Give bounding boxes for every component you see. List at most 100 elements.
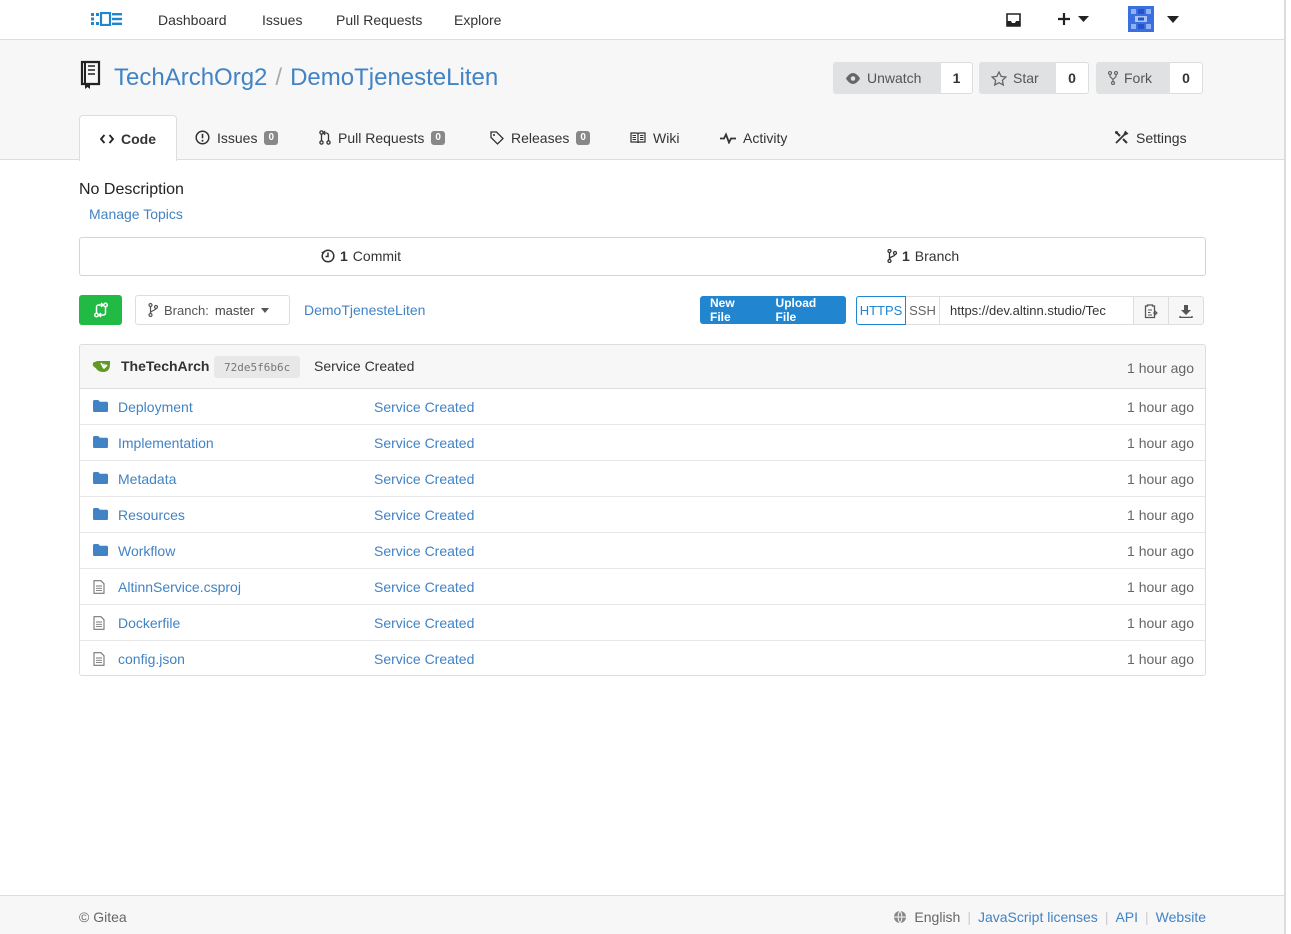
commits-count: 1 [340, 248, 348, 264]
star-button[interactable]: Star [979, 62, 1056, 94]
nav-explore[interactable]: Explore [454, 12, 501, 28]
repo-title: TechArchOrg2 / DemoTjenesteLiten [114, 64, 498, 92]
file-commit-message-link[interactable]: Service Created [374, 543, 474, 559]
file-row: Implementation Service Created 1 hour ago [80, 425, 1205, 461]
copy-url-button[interactable] [1134, 296, 1169, 325]
git-branch-icon [887, 249, 897, 263]
file-commit-message-link[interactable]: Service Created [374, 579, 474, 595]
file-commit-message-link[interactable]: Service Created [374, 435, 474, 451]
star-count[interactable]: 0 [1056, 62, 1089, 94]
file-row: Resources Service Created 1 hour ago [80, 497, 1205, 533]
book-icon [630, 131, 646, 143]
new-file-button[interactable]: New File [700, 296, 766, 324]
footer-divider: | [1104, 909, 1109, 925]
branches-stat[interactable]: 1 Branch [887, 248, 959, 264]
clone-panel: HTTPS SSH https://dev.altinn.studio/Tec [856, 296, 1204, 325]
create-new-dropdown[interactable] [1057, 12, 1091, 26]
file-name-link[interactable]: Workflow [118, 543, 175, 559]
unwatch-button[interactable]: Unwatch [833, 62, 941, 94]
issues-count-badge: 0 [264, 130, 279, 145]
download-button[interactable] [1169, 296, 1204, 325]
file-commit-time: 1 hour ago [1127, 579, 1194, 595]
commit-author[interactable]: TheTechArch [92, 358, 209, 374]
eye-icon [846, 72, 860, 84]
file-commit-message-link[interactable]: Service Created [374, 507, 474, 523]
issue-opened-icon [195, 130, 210, 145]
user-avatar[interactable] [1128, 6, 1154, 32]
tab-releases[interactable]: Releases 0 [490, 115, 590, 160]
ssh-toggle[interactable]: SSH [906, 296, 940, 325]
file-name-link[interactable]: Deployment [118, 399, 193, 415]
tab-code[interactable]: Code [79, 115, 177, 161]
language-label: English [914, 909, 961, 925]
latest-commit-row: TheTechArch 72de5f6b6c Service Created 1… [80, 345, 1205, 389]
file-name-link[interactable]: Dockerfile [118, 615, 180, 631]
file-commit-message-link[interactable]: Service Created [374, 615, 474, 631]
tab-wiki[interactable]: Wiki [630, 115, 679, 160]
file-commit-time: 1 hour ago [1127, 399, 1194, 415]
nav-issues[interactable]: Issues [262, 12, 302, 28]
tab-code-label: Code [121, 130, 156, 147]
repo-owner-link[interactable]: TechArchOrg2 [114, 64, 267, 91]
language-selector[interactable]: English [893, 909, 960, 925]
folder-icon [93, 436, 108, 448]
file-name-link[interactable]: AltinnService.csproj [118, 579, 241, 595]
file-icon [93, 580, 105, 594]
branch-name: master [214, 302, 255, 318]
commits-label: Commit [352, 248, 402, 264]
file-name-link[interactable]: Resources [118, 507, 185, 523]
watch-count[interactable]: 1 [941, 62, 973, 94]
tab-issues-label: Issues [217, 129, 258, 146]
upload-file-button[interactable]: Upload File [766, 296, 846, 324]
repo-path-breadcrumb[interactable]: DemoTjenesteLiten [304, 302, 425, 318]
branches-label: Branch [914, 248, 960, 264]
commit-sha-label[interactable]: 72de5f6b6c [214, 356, 301, 378]
file-commit-message-link[interactable]: Service Created [374, 471, 474, 487]
clone-url-input[interactable]: https://dev.altinn.studio/Tec [940, 296, 1134, 325]
file-commit-time: 1 hour ago [1127, 651, 1194, 667]
nav-pull-requests[interactable]: Pull Requests [336, 12, 422, 28]
globe-icon [894, 910, 907, 924]
tab-settings[interactable]: Settings [1114, 115, 1187, 160]
copyright-text: © Gitea [79, 909, 127, 925]
tab-wiki-label: Wiki [653, 129, 680, 146]
git-compare-icon [93, 302, 108, 318]
tab-pull-requests-label: Pull Requests [338, 129, 425, 146]
releases-count-badge: 0 [576, 130, 590, 145]
tab-activity-label: Activity [743, 129, 788, 146]
inbox-icon[interactable] [1006, 13, 1021, 27]
manage-topics-link[interactable]: Manage Topics [89, 206, 183, 222]
branch-selector[interactable]: Branch: master [135, 295, 290, 325]
commits-stat[interactable]: 1 Commit [321, 248, 401, 264]
footer-links: English | JavaScript licenses | API | We… [893, 909, 1206, 925]
tab-issues[interactable]: Issues 0 [195, 115, 279, 160]
tab-pull-requests[interactable]: Pull Requests 0 [319, 115, 445, 160]
file-commit-message-link[interactable]: Service Created [374, 651, 474, 667]
api-link[interactable]: API [1115, 909, 1138, 925]
file-commit-time: 1 hour ago [1127, 435, 1194, 451]
nav-dashboard[interactable]: Dashboard [158, 12, 227, 28]
altinn-logo-icon[interactable] [91, 12, 123, 26]
repo-name-link[interactable]: DemoTjenesteLiten [290, 64, 498, 91]
website-link[interactable]: Website [1156, 909, 1206, 925]
file-name-link[interactable]: Implementation [118, 435, 214, 451]
fork-button[interactable]: Fork [1096, 62, 1170, 94]
tab-activity[interactable]: Activity [720, 115, 787, 160]
file-commit-time: 1 hour ago [1127, 615, 1194, 631]
branch-prefix: Branch: [164, 302, 209, 318]
pulse-icon [720, 131, 736, 144]
file-name-link[interactable]: config.json [118, 651, 185, 667]
commit-message: Service Created [314, 358, 415, 374]
file-row: Dockerfile Service Created 1 hour ago [80, 605, 1205, 641]
file-commit-message-link[interactable]: Service Created [374, 399, 474, 415]
compare-pull-button[interactable] [79, 295, 122, 325]
fork-count[interactable]: 0 [1170, 62, 1203, 94]
user-menu-caret-icon[interactable] [1167, 16, 1179, 23]
https-toggle[interactable]: HTTPS [856, 296, 906, 325]
javascript-licenses-link[interactable]: JavaScript licenses [978, 909, 1098, 925]
pulls-count-badge: 0 [431, 130, 445, 145]
file-row: config.json Service Created 1 hour ago [80, 641, 1205, 675]
file-name-link[interactable]: Metadata [118, 471, 176, 487]
tab-releases-label: Releases [511, 129, 570, 146]
file-row: Deployment Service Created 1 hour ago [80, 389, 1205, 425]
